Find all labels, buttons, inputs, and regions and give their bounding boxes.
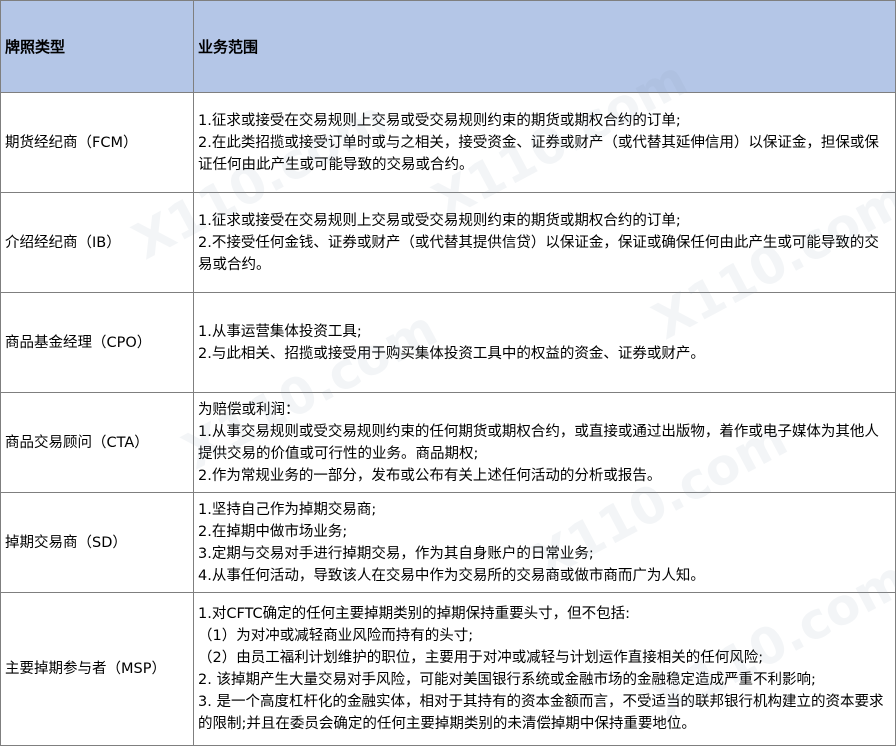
scope-list: 1.对CFTC确定的任何主要掉期类别的掉期保持重要头寸，但不包括: （1）为对冲… [198, 603, 889, 735]
scope-item: （2）由员工福利计划维护的职位，主要用于对冲或减轻与计划运作直接相关的任何风险; [198, 650, 764, 666]
scope-item: 1.从事交易规则或受交易规则约束的任何期货或期权合约，或直接或通过出版物，着作或… [198, 423, 879, 462]
license-cell-fcm: 期货经纪商（FCM） [1, 93, 194, 193]
scope-list: 1.征求或接受在交易规则上交易或受交易规则约束的期货或期权合约的订单; 2.在此… [198, 110, 889, 176]
scope-item: 2.作为常规业务的一部分，发布或公布有关上述任何活动的分析或报告。 [198, 467, 662, 484]
license-label: 期货经纪商（FCM） [5, 134, 138, 151]
header-cell-business-scope: 业务范围 [194, 1, 896, 93]
header-label: 业务范围 [198, 38, 259, 56]
license-label: 商品交易顾问（CTA） [5, 434, 149, 451]
scope-item: 1.从事运营集体投资工具; [198, 323, 362, 340]
license-label: 商品基金经理（CPO） [5, 334, 152, 351]
scope-item: 2. 该掉期产生大量交易对手风险，可能对美国银行系统或金融市场的金融稳定造成严重… [198, 672, 816, 688]
scope-item: （1）为对冲或减轻商业风险而持有的头寸; [198, 628, 474, 644]
scope-list: 1.征求或接受在交易规则上交易或受交易规则约束的期货或期权合约的订单; 2.不接… [198, 210, 889, 276]
scope-item: 3.定期与交易对手进行掉期交易，作为其自身账户的日常业务; [198, 545, 594, 562]
scope-item: 1.对CFTC确定的任何主要掉期类别的掉期保持重要头寸，但不包括: [198, 606, 631, 622]
header-label: 牌照类型 [5, 38, 66, 56]
scope-cell-ib: 1.征求或接受在交易规则上交易或受交易规则约束的期货或期权合约的订单; 2.不接… [194, 193, 896, 293]
scope-item: 2.在此类招揽或接受订单时或与之相关，接受资金、证券或财产（或代替其延伸信用）以… [198, 134, 879, 173]
license-label: 主要掉期参与者（MSP） [5, 661, 166, 677]
license-label: 介绍经纪商（IB） [5, 234, 121, 251]
scope-cell-sd: 1.坚持自己作为掉期交易商; 2.在掉期中做市场业务; 3.定期与交易对手进行掉… [194, 493, 896, 593]
scope-item: 4.从事任何活动，导致该人在交易中作为交易所的交易商或做市商而广为人知。 [198, 567, 705, 584]
scope-cell-fcm: 1.征求或接受在交易规则上交易或受交易规则约束的期货或期权合约的订单; 2.在此… [194, 93, 896, 193]
header-cell-license-type: 牌照类型 [1, 1, 194, 93]
scope-item: 2.在掉期中做市场业务; [198, 523, 348, 540]
scope-item: 1.征求或接受在交易规则上交易或受交易规则约束的期货或期权合约的订单; [198, 112, 681, 129]
license-cell-sd: 掉期交易商（SD） [1, 493, 194, 593]
license-cell-cta: 商品交易顾问（CTA） [1, 393, 194, 493]
license-table: 牌照类型 业务范围 期货经纪商（FCM） 1.征求或接受在交易规则上交易或受交易… [0, 0, 896, 746]
scope-item: 2.不接受任何金钱、证券或财产（或代替其提供信贷）以保证金，保证或确保任何由此产… [198, 234, 879, 273]
scope-item: 2.与此相关、招揽或接受用于购买集体投资工具中的权益的资金、证券或财产。 [198, 345, 705, 362]
scope-list: 1.从事运营集体投资工具; 2.与此相关、招揽或接受用于购买集体投资工具中的权益… [198, 321, 889, 365]
scope-cell-cpo: 1.从事运营集体投资工具; 2.与此相关、招揽或接受用于购买集体投资工具中的权益… [194, 293, 896, 393]
license-label: 掉期交易商（SD） [5, 534, 127, 551]
scope-item: 1.坚持自己作为掉期交易商; [198, 501, 377, 518]
scope-item: 1.征求或接受在交易规则上交易或受交易规则约束的期货或期权合约的订单; [198, 212, 681, 229]
scope-cell-msp: 1.对CFTC确定的任何主要掉期类别的掉期保持重要头寸，但不包括: （1）为对冲… [194, 593, 896, 746]
scope-item: 为赔偿或利润： [198, 401, 300, 418]
license-cell-cpo: 商品基金经理（CPO） [1, 293, 194, 393]
scope-list: 为赔偿或利润： 1.从事交易规则或受交易规则约束的任何期货或期权合约，或直接或通… [198, 399, 889, 487]
scope-cell-cta: 为赔偿或利润： 1.从事交易规则或受交易规则约束的任何期货或期权合约，或直接或通… [194, 393, 896, 493]
license-cell-msp: 主要掉期参与者（MSP） [1, 593, 194, 746]
scope-list: 1.坚持自己作为掉期交易商; 2.在掉期中做市场业务; 3.定期与交易对手进行掉… [198, 499, 889, 587]
scope-item: 3. 是一个高度杠杆化的金融实体，相对于其持有的资本金额而言，不受适当的联邦银行… [198, 694, 884, 732]
license-cell-ib: 介绍经纪商（IB） [1, 193, 194, 293]
